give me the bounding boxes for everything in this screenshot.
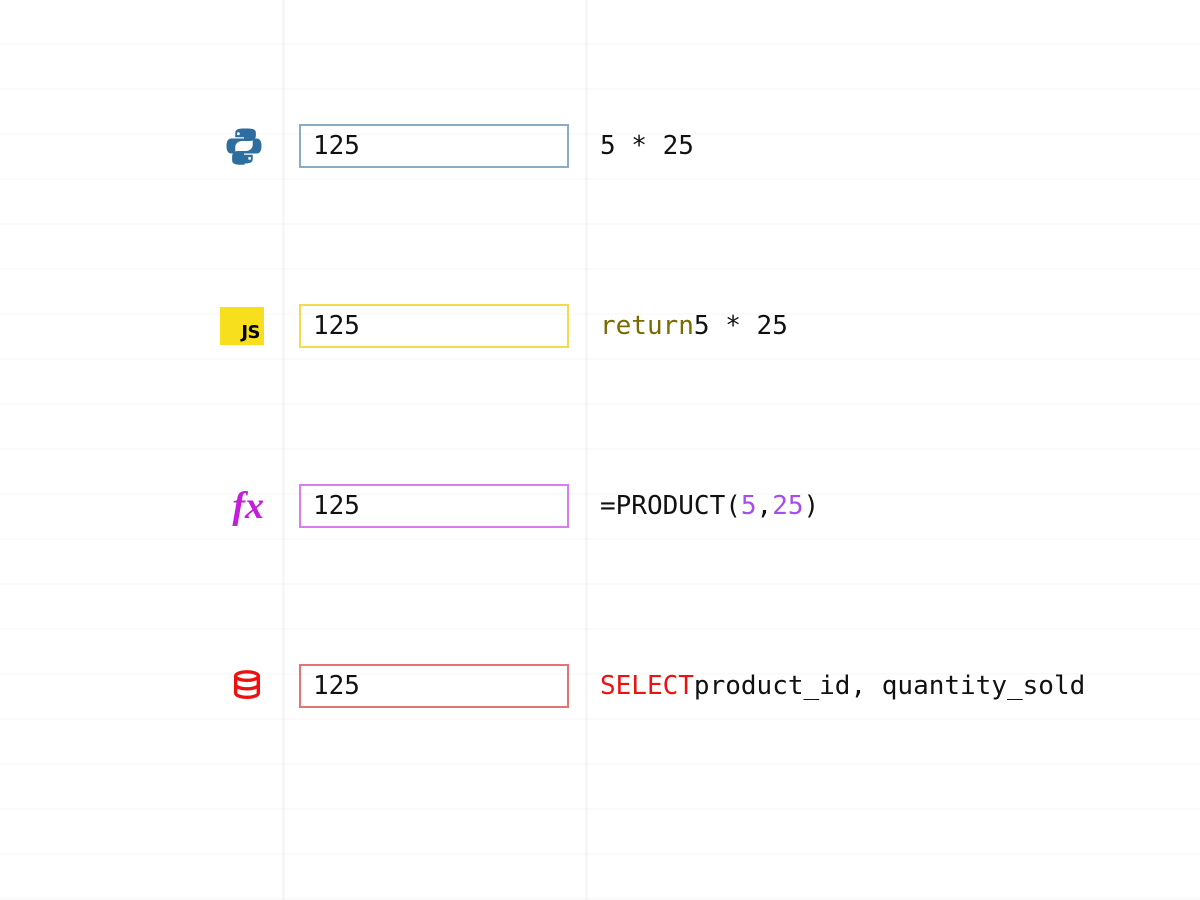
- code-keyword: return: [600, 311, 694, 341]
- code-keyword: SELECT: [600, 671, 694, 701]
- value-box-javascript: 125: [299, 304, 569, 348]
- database-icon: [230, 668, 264, 704]
- value-box-sql: 125: [299, 664, 569, 708]
- code-suffix: ): [804, 491, 820, 521]
- value-text: 125: [313, 671, 360, 701]
- code-rest: product_id, quantity_sold: [694, 671, 1085, 701]
- code-cell-sql[interactable]: SELECT product_id, quantity_sold: [600, 664, 1200, 708]
- value-box-formula: 125: [299, 484, 569, 528]
- code-prefix: =PRODUCT(: [600, 491, 741, 521]
- python-icon: [224, 126, 264, 166]
- value-text: 125: [313, 131, 360, 161]
- js-badge-text: JS: [241, 322, 260, 343]
- value-box-python: 125: [299, 124, 569, 168]
- row-sql: 125 SELECT product_id, quantity_sold: [0, 664, 1200, 708]
- value-cell-sql[interactable]: 125: [299, 664, 569, 708]
- javascript-icon: JS: [220, 307, 264, 345]
- row-formula: fx 125 =PRODUCT(5,25): [0, 484, 1200, 528]
- code-cell-python[interactable]: 5 * 25: [600, 124, 1200, 168]
- formula-icon: fx: [232, 484, 264, 528]
- icon-cell-python: [0, 124, 282, 168]
- code-num1: 5: [741, 491, 757, 521]
- code-text: 5 * 25: [600, 131, 694, 161]
- value-cell-python[interactable]: 125: [299, 124, 569, 168]
- value-text: 125: [313, 491, 360, 521]
- code-rest: 5 * 25: [694, 311, 788, 341]
- icon-cell-formula: fx: [0, 484, 282, 528]
- code-num2: 25: [772, 491, 803, 521]
- code-cell-javascript[interactable]: return 5 * 25: [600, 304, 1200, 348]
- code-sep: ,: [757, 491, 773, 521]
- value-cell-javascript[interactable]: 125: [299, 304, 569, 348]
- row-python: 125 5 * 25: [0, 124, 1200, 168]
- code-cell-formula[interactable]: =PRODUCT(5,25): [600, 484, 1200, 528]
- row-javascript: JS 125 return 5 * 25: [0, 304, 1200, 348]
- value-text: 125: [313, 311, 360, 341]
- icon-cell-javascript: JS: [0, 304, 282, 348]
- icon-cell-sql: [0, 664, 282, 708]
- value-cell-formula[interactable]: 125: [299, 484, 569, 528]
